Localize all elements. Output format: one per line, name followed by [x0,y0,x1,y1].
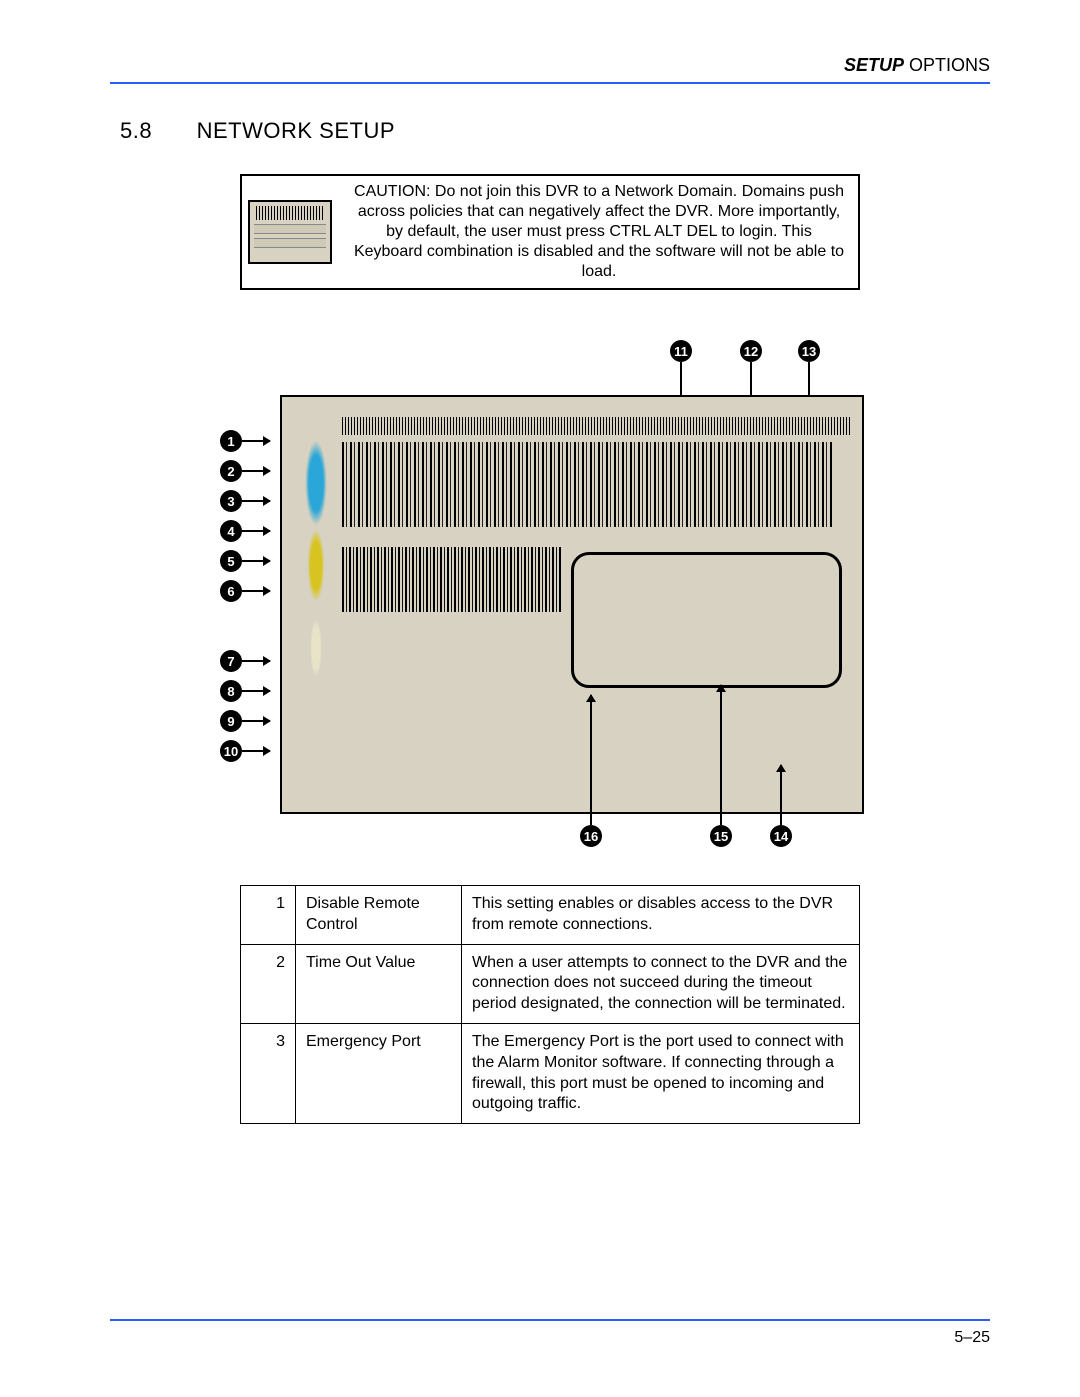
callout-16: 16 [580,825,602,847]
callout-8: 8 [220,680,242,702]
callout-1-arrow [242,440,270,442]
section-number: 5.8 [120,118,190,144]
row-name: Time Out Value [296,944,462,1023]
callout-3: 3 [220,490,242,512]
callout-7-arrow [242,660,270,662]
caution-box: CAUTION: Do not join this DVR to a Netwo… [240,174,860,290]
table-row: 2Time Out ValueWhen a user attempts to c… [241,944,860,1023]
row-name: Disable Remote Control [296,886,462,945]
right-panel-outline [571,552,842,688]
row-number: 3 [241,1023,296,1123]
header-section-label: SETUP OPTIONS [110,55,990,76]
callout-5-arrow [242,560,270,562]
callout-13: 13 [798,340,820,362]
header-em: SETUP [844,55,904,75]
row-description: This setting enables or disables access … [462,886,860,945]
section-title-text: NETWORK SETUP [197,118,395,143]
callout-14-line [780,765,782,825]
top-rule [110,82,990,84]
caution-thumbnail-icon [248,200,332,264]
callout-3-arrow [242,500,270,502]
callout-14: 14 [770,825,792,847]
callout-15: 15 [710,825,732,847]
callout-6: 6 [220,580,242,602]
bottom-rule [110,1319,990,1321]
callout-7: 7 [220,650,242,672]
caution-text: CAUTION: Do not join this DVR to a Netwo… [350,182,848,282]
sidebar-graphic-icon [297,417,335,747]
callout-8-arrow [242,690,270,692]
network-setup-screenshot [280,395,864,814]
page-number: 5–25 [110,1329,990,1347]
header-rest: OPTIONS [904,55,990,75]
callout-10: 10 [220,740,242,762]
callout-4: 4 [220,520,242,542]
callout-6-arrow [242,590,270,592]
row-description: When a user attempts to connect to the D… [462,944,860,1023]
table-row: 3Emergency PortThe Emergency Port is the… [241,1023,860,1123]
callout-9: 9 [220,710,242,732]
callout-10-arrow [242,750,270,752]
row-name: Emergency Port [296,1023,462,1123]
callout-5: 5 [220,550,242,572]
diagram: 11 12 13 12345678910 16 15 14 [200,345,900,845]
callout-2-arrow [242,470,270,472]
callout-9-arrow [242,720,270,722]
callout-2: 2 [220,460,242,482]
row-number: 2 [241,944,296,1023]
row-number: 1 [241,886,296,945]
callout-16-line [590,695,592,825]
reference-table: 1Disable Remote ControlThis setting enab… [240,885,860,1124]
callout-15-line [720,685,722,825]
row-description: The Emergency Port is the port used to c… [462,1023,860,1123]
callout-1: 1 [220,430,242,452]
table-row: 1Disable Remote ControlThis setting enab… [241,886,860,945]
callout-12: 12 [740,340,762,362]
callout-11: 11 [670,340,692,362]
callout-4-arrow [242,530,270,532]
section-heading: 5.8 NETWORK SETUP [120,118,990,144]
